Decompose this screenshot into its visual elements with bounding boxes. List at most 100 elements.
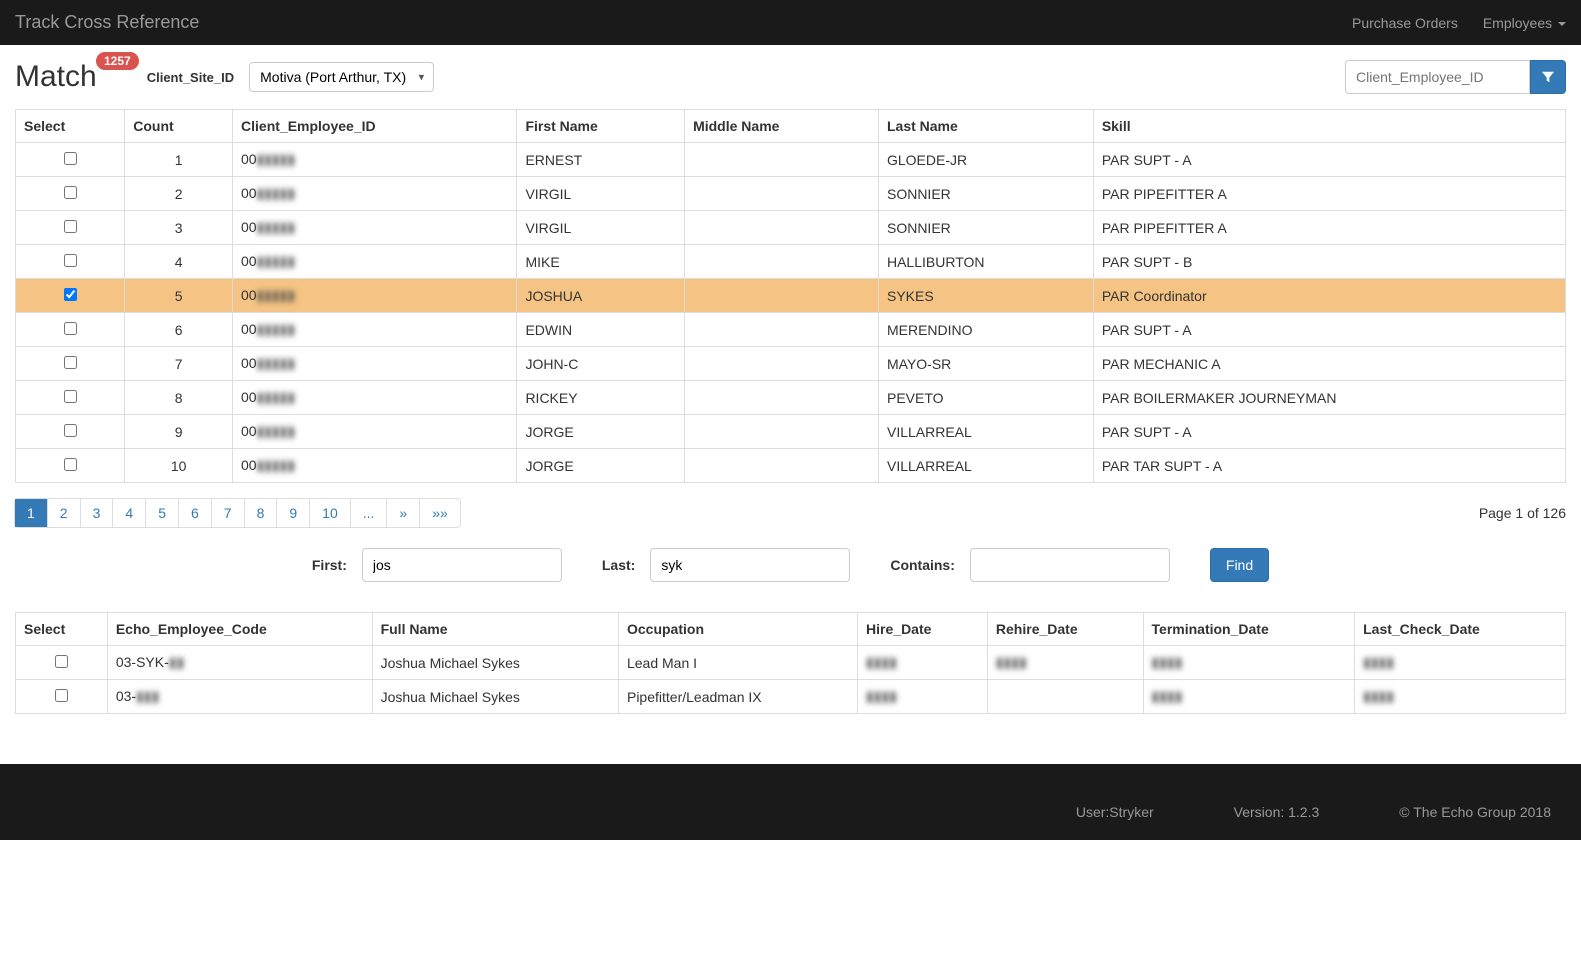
table-row[interactable]: 200▮▮▮▮▮VIRGILSONNIERPAR PIPEFITTER A <box>16 177 1566 211</box>
cell-code: 03-SYK-▮▮ <box>107 646 372 680</box>
page-link[interactable]: 10 <box>310 499 350 527</box>
filter-input[interactable] <box>1345 60 1530 94</box>
page-link[interactable]: 7 <box>212 499 244 527</box>
nav-purchase-orders[interactable]: Purchase Orders <box>1352 15 1458 31</box>
cell-first: JOSHUA <box>517 279 685 313</box>
brand: Track Cross Reference <box>15 12 199 33</box>
table-row[interactable]: 500▮▮▮▮▮JOSHUASYKESPAR Coordinator <box>16 279 1566 313</box>
last-input[interactable] <box>650 548 850 582</box>
row-checkbox[interactable] <box>55 655 68 668</box>
filter-button[interactable] <box>1530 60 1566 94</box>
page-link[interactable]: 3 <box>81 499 113 527</box>
row-checkbox[interactable] <box>64 254 77 267</box>
cell-rehire: ▮▮▮▮ <box>987 646 1143 680</box>
table-row[interactable]: 1000▮▮▮▮▮JORGEVILLARREALPAR TAR SUPT - A <box>16 449 1566 483</box>
page-link[interactable]: »» <box>420 499 460 527</box>
col-header[interactable]: Full Name <box>372 613 618 646</box>
find-button[interactable]: Find <box>1210 548 1269 582</box>
page-link[interactable]: ... <box>351 499 387 527</box>
col-header[interactable]: Count <box>125 110 233 143</box>
col-header[interactable]: Echo_Employee_Code <box>107 613 372 646</box>
nav-employees[interactable]: Employees <box>1483 15 1566 31</box>
row-checkbox[interactable] <box>64 220 77 233</box>
cell-name: Joshua Michael Sykes <box>372 646 618 680</box>
contains-label: Contains: <box>890 557 955 573</box>
page-title: Match 1257 <box>15 60 97 94</box>
contains-input[interactable] <box>970 548 1170 582</box>
cell-skill: PAR SUPT - A <box>1093 143 1565 177</box>
table-row[interactable]: 600▮▮▮▮▮EDWINMERENDINOPAR SUPT - A <box>16 313 1566 347</box>
col-header[interactable]: Termination_Date <box>1143 613 1355 646</box>
row-checkbox[interactable] <box>64 152 77 165</box>
cell-middle <box>685 245 879 279</box>
cell-first: JOHN-C <box>517 347 685 381</box>
col-header[interactable]: Occupation <box>618 613 857 646</box>
cell-skill: PAR BOILERMAKER JOURNEYMAN <box>1093 381 1565 415</box>
cell-middle <box>685 313 879 347</box>
page-link[interactable]: » <box>387 499 419 527</box>
table-row[interactable]: 100▮▮▮▮▮ERNESTGLOEDE-JRPAR SUPT - A <box>16 143 1566 177</box>
footer-copyright: © The Echo Group 2018 <box>1399 804 1551 820</box>
col-header[interactable]: Select <box>16 613 108 646</box>
cell-id: 00▮▮▮▮▮ <box>233 211 517 245</box>
cell-middle <box>685 177 879 211</box>
col-header[interactable]: Last Name <box>878 110 1093 143</box>
col-header[interactable]: Rehire_Date <box>987 613 1143 646</box>
cell-name: Joshua Michael Sykes <box>372 680 618 714</box>
cell-middle <box>685 415 879 449</box>
row-checkbox[interactable] <box>64 458 77 471</box>
col-header[interactable]: Middle Name <box>685 110 879 143</box>
cell-id: 00▮▮▮▮▮ <box>233 143 517 177</box>
page-link[interactable]: 5 <box>146 499 178 527</box>
row-checkbox[interactable] <box>64 424 77 437</box>
table-row[interactable]: 400▮▮▮▮▮MIKEHALLIBURTONPAR SUPT - B <box>16 245 1566 279</box>
cell-skill: PAR PIPEFITTER A <box>1093 177 1565 211</box>
site-select[interactable]: Motiva (Port Arthur, TX) <box>249 62 434 92</box>
footer-user: User:Stryker <box>1076 804 1154 820</box>
cell-skill: PAR Coordinator <box>1093 279 1565 313</box>
cell-last: SONNIER <box>878 177 1093 211</box>
col-header[interactable]: First Name <box>517 110 685 143</box>
table-row[interactable]: 300▮▮▮▮▮VIRGILSONNIERPAR PIPEFITTER A <box>16 211 1566 245</box>
match-count-badge: 1257 <box>96 52 139 70</box>
cell-hire: ▮▮▮▮ <box>858 680 988 714</box>
row-checkbox[interactable] <box>64 356 77 369</box>
first-input[interactable] <box>362 548 562 582</box>
col-header[interactable]: Client_Employee_ID <box>233 110 517 143</box>
cell-count: 8 <box>125 381 233 415</box>
cell-last: PEVETO <box>878 381 1093 415</box>
site-label: Client_Site_ID <box>147 70 234 85</box>
cell-count: 6 <box>125 313 233 347</box>
table-row[interactable]: 03-SYK-▮▮Joshua Michael SykesLead Man I▮… <box>16 646 1566 680</box>
cell-id: 00▮▮▮▮▮ <box>233 313 517 347</box>
row-checkbox[interactable] <box>55 689 68 702</box>
col-header[interactable]: Skill <box>1093 110 1565 143</box>
page-link[interactable]: 1 <box>15 499 47 527</box>
cell-last: MAYO-SR <box>878 347 1093 381</box>
row-checkbox[interactable] <box>64 288 77 301</box>
col-header[interactable]: Select <box>16 110 125 143</box>
cell-term: ▮▮▮▮ <box>1143 680 1355 714</box>
cell-term: ▮▮▮▮ <box>1143 646 1355 680</box>
chevron-down-icon <box>1558 22 1566 26</box>
page-link[interactable]: 9 <box>277 499 309 527</box>
cell-middle <box>685 381 879 415</box>
cell-count: 4 <box>125 245 233 279</box>
row-checkbox[interactable] <box>64 322 77 335</box>
page-link[interactable]: 2 <box>48 499 80 527</box>
col-header[interactable]: Hire_Date <box>858 613 988 646</box>
page-link[interactable]: 4 <box>113 499 145 527</box>
row-checkbox[interactable] <box>64 186 77 199</box>
table-row[interactable]: 700▮▮▮▮▮JOHN-CMAYO-SRPAR MECHANIC A <box>16 347 1566 381</box>
table-row[interactable]: 800▮▮▮▮▮RICKEYPEVETOPAR BOILERMAKER JOUR… <box>16 381 1566 415</box>
page-link[interactable]: 8 <box>245 499 277 527</box>
col-header[interactable]: Last_Check_Date <box>1355 613 1566 646</box>
cell-last: GLOEDE-JR <box>878 143 1093 177</box>
table-row[interactable]: 03-▮▮▮Joshua Michael SykesPipefitter/Lea… <box>16 680 1566 714</box>
cell-id: 00▮▮▮▮▮ <box>233 381 517 415</box>
cell-first: EDWIN <box>517 313 685 347</box>
table-row[interactable]: 900▮▮▮▮▮JORGEVILLARREALPAR SUPT - A <box>16 415 1566 449</box>
row-checkbox[interactable] <box>64 390 77 403</box>
page-link[interactable]: 6 <box>179 499 211 527</box>
cell-skill: PAR SUPT - B <box>1093 245 1565 279</box>
